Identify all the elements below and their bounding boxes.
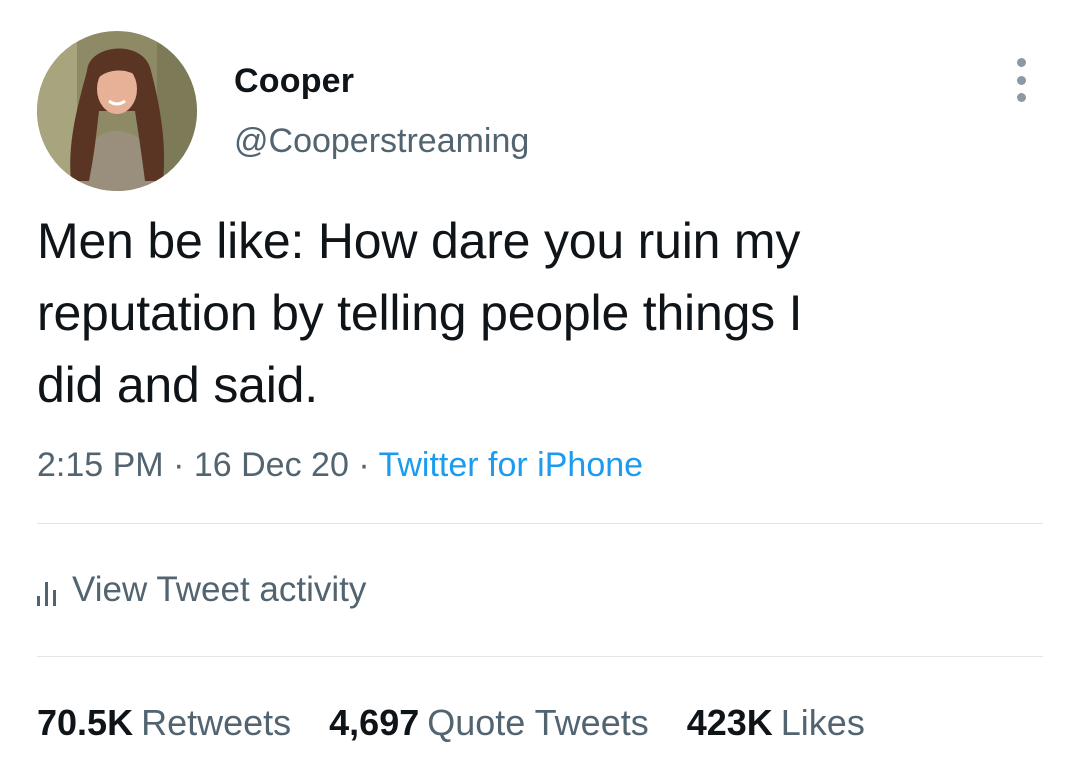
- more-options-icon[interactable]: [1007, 58, 1035, 102]
- more-dot: [1016, 58, 1026, 67]
- more-dot: [1016, 93, 1026, 102]
- retweets-stat[interactable]: 70.5K Retweets: [37, 702, 291, 744]
- divider: [37, 523, 1043, 524]
- tweet-stats: 70.5K Retweets 4,697 Quote Tweets 423K Like…: [37, 702, 865, 744]
- likes-stat[interactable]: 423K Likes: [687, 702, 865, 744]
- avatar[interactable]: [37, 31, 197, 191]
- tweet-text-line: Men be like: How dare you ruin my: [37, 213, 801, 269]
- tweet-text-line: did and said.: [37, 357, 318, 413]
- retweets-count: 70.5K: [37, 702, 134, 743]
- retweets-label: Retweets: [141, 702, 292, 743]
- tweet-text: Men be like: How dare you ruin my reputa…: [37, 205, 1027, 421]
- tweet-source-link[interactable]: Twitter for iPhone: [378, 446, 643, 484]
- tweet-date[interactable]: 16 Dec 20: [194, 446, 349, 484]
- tweet-time[interactable]: 2:15 PM: [37, 446, 164, 484]
- author-display-name[interactable]: Cooper: [234, 62, 354, 101]
- quote-tweets-label: Quote Tweets: [427, 702, 649, 743]
- likes-count: 423K: [686, 702, 773, 743]
- more-dot: [1016, 75, 1026, 85]
- meta-separator: ·: [358, 446, 370, 484]
- quote-tweets-stat[interactable]: 4,697 Quote Tweets: [329, 702, 649, 744]
- bar-chart-icon: [37, 574, 56, 606]
- divider: [37, 656, 1043, 657]
- tweet-text-line: reputation by telling people things I: [37, 285, 803, 341]
- meta-separator: ·: [173, 446, 185, 484]
- view-tweet-activity-label: View Tweet activity: [72, 570, 367, 609]
- author-handle[interactable]: @Cooperstreaming: [234, 122, 529, 161]
- quote-tweets-count: 4,697: [329, 702, 420, 743]
- view-tweet-activity-button[interactable]: View Tweet activity: [37, 570, 366, 610]
- tweet-meta: 2:15 PM · 16 Dec 20 · Twitter for iPhone: [37, 446, 643, 485]
- likes-label: Likes: [780, 702, 865, 743]
